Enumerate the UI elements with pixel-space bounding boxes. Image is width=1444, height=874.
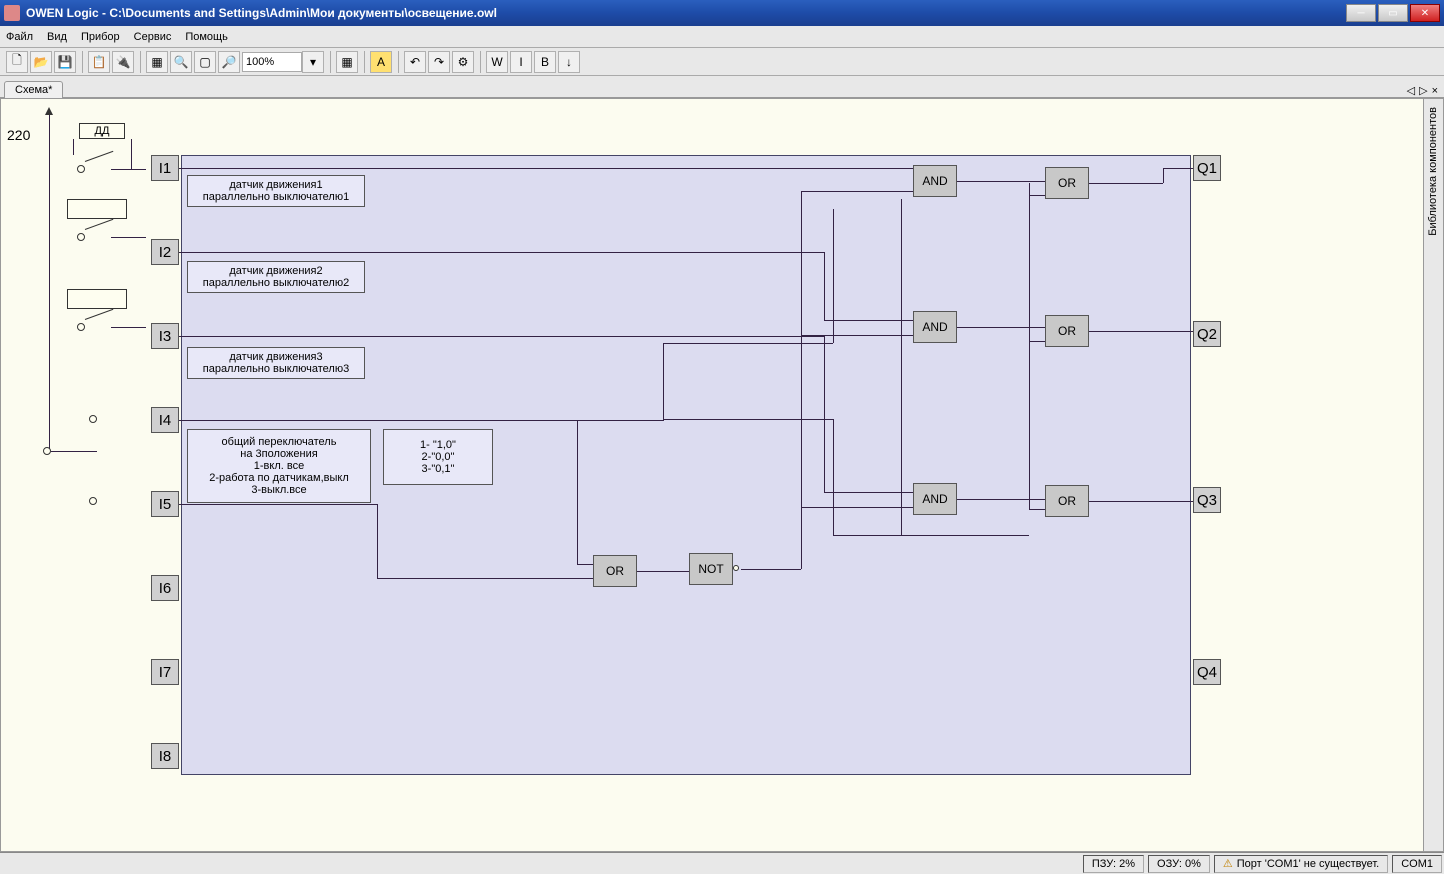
zoom-fit-button[interactable]: ▢ (194, 51, 216, 73)
input-i5[interactable]: I5 (151, 491, 179, 517)
tool-button-3[interactable]: ▦ (336, 51, 358, 73)
gate-and-1[interactable]: AND (913, 165, 957, 197)
input-i3[interactable]: I3 (151, 323, 179, 349)
note-sensor-1[interactable]: датчик движения1 параллельно выключателю… (187, 175, 365, 207)
new-button[interactable]: 🗋 (6, 51, 28, 73)
maximize-button[interactable]: ▭ (1378, 4, 1408, 22)
minimize-button[interactable]: ─ (1346, 4, 1376, 22)
voltage-label: 220 (7, 127, 30, 143)
zoom-dropdown[interactable]: ▾ (302, 51, 324, 73)
tool-button-5[interactable]: ↷ (428, 51, 450, 73)
menu-help[interactable]: Помощь (185, 31, 228, 43)
components-panel-label: Библиотека компонентов (1424, 99, 1442, 244)
note-switch[interactable]: общий переключатель на 3положения 1-вкл.… (187, 429, 371, 503)
status-bar: ПЗУ: 2% ОЗУ: 0% Порт 'COM1' не существуе… (0, 852, 1444, 874)
gate-or-3[interactable]: OR (1045, 485, 1089, 517)
gate-or-2[interactable]: OR (1045, 315, 1089, 347)
menu-bar: Файл Вид Прибор Сервис Помощь (0, 26, 1444, 48)
input-i6[interactable]: I6 (151, 575, 179, 601)
tool-button-2[interactable]: 🔌 (112, 51, 134, 73)
tool-button-1[interactable]: 📋 (88, 51, 110, 73)
status-port[interactable]: COM1 (1392, 855, 1442, 873)
gate-and-3[interactable]: AND (913, 483, 957, 515)
gate-not[interactable]: NOT (689, 553, 733, 585)
grid-button[interactable]: ▦ (146, 51, 168, 73)
gate-and-2[interactable]: AND (913, 311, 957, 343)
diagram-canvas[interactable]: 220 ДД I1 I2 I3 I4 I5 (1, 99, 1401, 852)
title-bar: OWEN Logic - C:\Documents and Settings\A… (0, 0, 1444, 26)
output-q3[interactable]: Q3 (1193, 487, 1221, 513)
status-port-warning: Порт 'COM1' не существует. (1214, 855, 1388, 873)
tab-schema[interactable]: Схема* (4, 81, 63, 98)
arrow-head-icon (45, 107, 53, 115)
status-rom: ПЗУ: 2% (1083, 855, 1144, 873)
app-icon (4, 5, 20, 21)
note-sensor-3[interactable]: датчик движения3 параллельно выключателю… (187, 347, 365, 379)
tool-button-6[interactable]: ⚙ (452, 51, 474, 73)
components-panel[interactable]: Библиотека компонентов (1424, 98, 1444, 852)
output-q1[interactable]: Q1 (1193, 155, 1221, 181)
input-i8[interactable]: I8 (151, 743, 179, 769)
input-i1[interactable]: I1 (151, 155, 179, 181)
tool-button-4[interactable]: ↶ (404, 51, 426, 73)
not-bubble-icon (733, 565, 739, 571)
tab-scroll-right-icon[interactable]: ▷ (1419, 84, 1427, 97)
arrow-line (49, 111, 50, 141)
tab-strip: Схема* ◁ ▷ × (0, 76, 1444, 98)
window-title: OWEN Logic - C:\Documents and Settings\A… (26, 6, 1344, 20)
gate-or-1[interactable]: OR (1045, 167, 1089, 199)
dd-box: ДД (79, 123, 125, 139)
note-codes[interactable]: 1- "1,0" 2-"0,0" 3-"0,1" (383, 429, 493, 485)
close-button[interactable]: ✕ (1410, 4, 1440, 22)
save-button[interactable]: 💾 (54, 51, 76, 73)
menu-service[interactable]: Сервис (134, 31, 172, 43)
text-tool-button[interactable]: A (370, 51, 392, 73)
input-i7[interactable]: I7 (151, 659, 179, 685)
gate-or-bottom[interactable]: OR (593, 555, 637, 587)
contact-node (77, 165, 85, 173)
zoom-in-button[interactable]: 🔎 (218, 51, 240, 73)
tab-scroll-left-icon[interactable]: ◁ (1407, 84, 1415, 97)
menu-view[interactable]: Вид (47, 31, 67, 43)
tool-button-10[interactable]: ↓ (558, 51, 580, 73)
output-q2[interactable]: Q2 (1193, 321, 1221, 347)
note-sensor-2[interactable]: датчик движения2 параллельно выключателю… (187, 261, 365, 293)
tool-button-8[interactable]: I (510, 51, 532, 73)
menu-device[interactable]: Прибор (81, 31, 120, 43)
relay-box (67, 199, 127, 219)
toolbar: 🗋 📂 💾 📋 🔌 ▦ 🔍 ▢ 🔎 ▾ ▦ A ↶ ↷ ⚙ W I B ↓ (0, 48, 1444, 76)
zoom-out-button[interactable]: 🔍 (170, 51, 192, 73)
output-q4[interactable]: Q4 (1193, 659, 1221, 685)
input-i2[interactable]: I2 (151, 239, 179, 265)
status-ram: ОЗУ: 0% (1148, 855, 1210, 873)
input-i4[interactable]: I4 (151, 407, 179, 433)
open-button[interactable]: 📂 (30, 51, 52, 73)
relay-box (67, 289, 127, 309)
tool-button-9[interactable]: B (534, 51, 556, 73)
tab-close-icon[interactable]: × (1432, 85, 1438, 97)
zoom-input[interactable] (242, 52, 302, 72)
tool-button-7[interactable]: W (486, 51, 508, 73)
menu-file[interactable]: Файл (6, 31, 33, 43)
canvas-area[interactable]: 220 ДД I1 I2 I3 I4 I5 (0, 98, 1424, 852)
